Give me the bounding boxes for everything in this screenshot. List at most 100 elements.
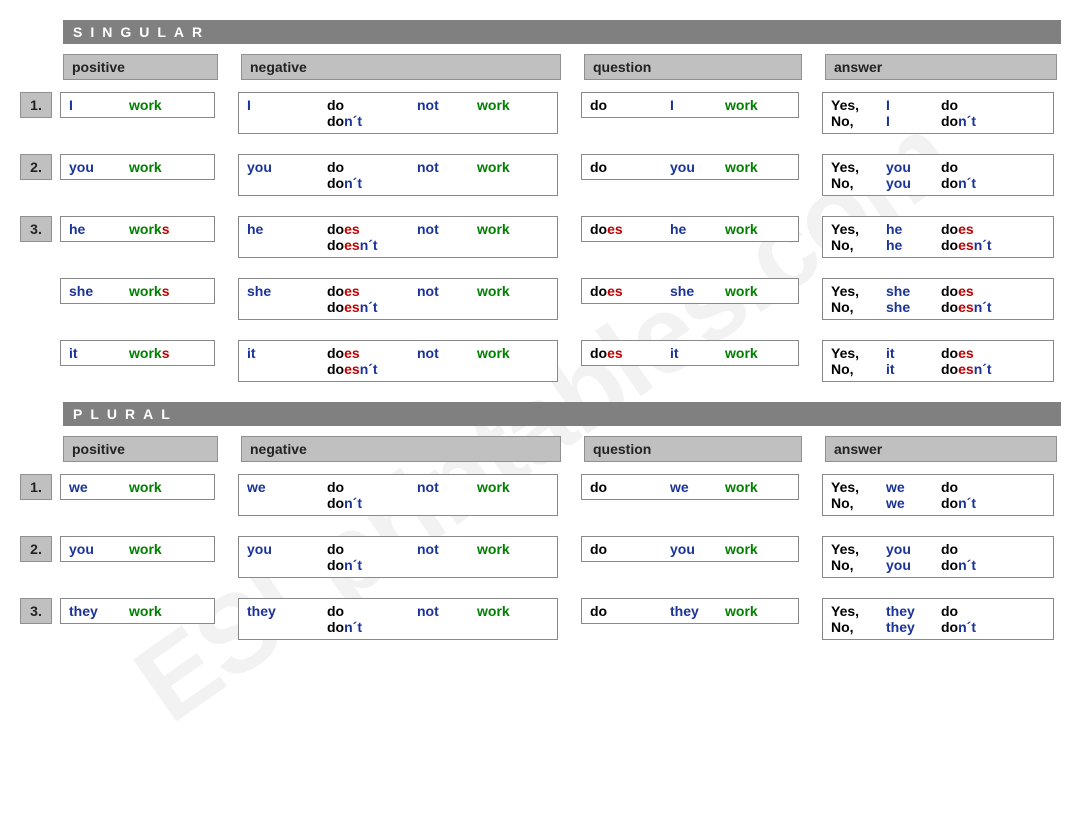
pronoun: he <box>69 221 129 237</box>
grammar-row: 2.youworkyoudonotworkdon´tdoyouworkYes,y… <box>20 154 1066 196</box>
cell-negative: shedoesnotworkdoesn´t <box>238 278 558 320</box>
cell-answer: Yes,youdoNo,youdon´t <box>822 536 1054 578</box>
pronoun: he <box>886 221 941 237</box>
pronoun: he <box>247 221 327 237</box>
auxiliary: do <box>590 159 670 175</box>
verb: work <box>725 97 758 113</box>
pronoun: you <box>670 541 725 557</box>
no-aux: don´t <box>941 619 976 635</box>
row-number <box>20 278 52 304</box>
grammar-row: 1.IworkIdonotworkdon´tdoIworkYes,IdoNo,I… <box>20 92 1066 134</box>
pronoun: they <box>886 619 941 635</box>
pronoun: you <box>69 541 129 557</box>
not: not <box>417 345 477 361</box>
row-number: 1. <box>20 474 52 500</box>
column-header-positive: positive <box>63 54 218 80</box>
not: not <box>417 221 477 237</box>
cell-question: doIwork <box>581 92 799 118</box>
cell-answer: Yes,IdoNo,Idon´t <box>822 92 1054 134</box>
yes-label: Yes, <box>831 283 886 299</box>
not: not <box>417 159 477 175</box>
contraction: doesn´t <box>327 237 417 253</box>
section-title: SINGULAR <box>63 20 1061 44</box>
auxiliary: do <box>327 159 417 175</box>
cell-negative: youdonotworkdon´t <box>238 536 558 578</box>
yes-aux: does <box>941 345 974 361</box>
cell-positive: wework <box>60 474 215 500</box>
section-title: PLURAL <box>63 402 1061 426</box>
not: not <box>417 541 477 557</box>
column-header-positive: positive <box>63 436 218 462</box>
verb: work <box>129 97 162 113</box>
verb: work <box>477 283 510 299</box>
no-label: No, <box>831 557 886 573</box>
row-number: 2. <box>20 536 52 562</box>
pronoun: she <box>247 283 327 299</box>
verb: work <box>477 603 510 619</box>
auxiliary: do <box>327 479 417 495</box>
no-aux: doesn´t <box>941 299 992 315</box>
pronoun: you <box>886 175 941 191</box>
auxiliary: do <box>327 603 417 619</box>
column-header-question: question <box>584 54 802 80</box>
cell-question: doeshework <box>581 216 799 242</box>
contraction: don´t <box>327 175 417 191</box>
cell-negative: theydonotworkdon´t <box>238 598 558 640</box>
no-label: No, <box>831 175 886 191</box>
pronoun: you <box>69 159 129 175</box>
cell-question: doesitwork <box>581 340 799 366</box>
cell-question: doyouwork <box>581 536 799 562</box>
auxiliary: does <box>590 345 670 361</box>
contraction: doesn´t <box>327 299 417 315</box>
row-number <box>20 340 52 366</box>
cell-positive: sheworks <box>60 278 215 304</box>
verb: work <box>725 283 758 299</box>
cell-answer: Yes,shedoes No,shedoesn´t <box>822 278 1054 320</box>
no-aux: don´t <box>941 113 976 129</box>
no-label: No, <box>831 495 886 511</box>
pronoun: it <box>69 345 129 361</box>
yes-aux: does <box>941 283 974 299</box>
column-header-negative: negative <box>241 436 561 462</box>
row-number: 3. <box>20 216 52 242</box>
no-label: No, <box>831 113 886 129</box>
no-aux: don´t <box>941 557 976 573</box>
column-headers: positivenegativequestionanswer <box>60 54 1066 80</box>
yes-label: Yes, <box>831 603 886 619</box>
pronoun: you <box>886 159 941 175</box>
verb: work <box>477 541 510 557</box>
yes-label: Yes, <box>831 221 886 237</box>
no-label: No, <box>831 361 886 377</box>
verb: work <box>477 97 510 113</box>
auxiliary: does <box>327 345 417 361</box>
verb: work <box>725 541 758 557</box>
pronoun: it <box>247 345 327 361</box>
no-label: No, <box>831 619 886 635</box>
cell-answer: Yes,hedoesNo,hedoesn´t <box>822 216 1054 258</box>
pronoun: it <box>886 361 941 377</box>
pronoun: she <box>886 299 941 315</box>
pronoun: they <box>670 603 725 619</box>
pronoun: she <box>886 283 941 299</box>
cell-question: dotheywork <box>581 598 799 624</box>
no-label: No, <box>831 299 886 315</box>
pronoun: she <box>670 283 725 299</box>
yes-aux: do <box>941 159 958 175</box>
pronoun: you <box>247 541 327 557</box>
cell-negative: Idonotworkdon´t <box>238 92 558 134</box>
column-headers: positivenegativequestionanswer <box>60 436 1066 462</box>
row-number: 1. <box>20 92 52 118</box>
verb: work <box>725 159 758 175</box>
auxiliary: do <box>590 97 670 113</box>
verb: work <box>725 479 758 495</box>
yes-aux: does <box>941 221 974 237</box>
pronoun: we <box>886 479 941 495</box>
grammar-row: itworksitdoesnotworkdoesn´tdoesitworkYes… <box>20 340 1066 382</box>
pronoun: you <box>247 159 327 175</box>
row-number: 2. <box>20 154 52 180</box>
pronoun: they <box>69 603 129 619</box>
pronoun: I <box>670 97 725 113</box>
cell-answer: Yes,theydoNo,theydon´t <box>822 598 1054 640</box>
grammar-row: 3.heworkshedoesnotworkdoesn´tdoesheworkY… <box>20 216 1066 258</box>
pronoun: we <box>69 479 129 495</box>
